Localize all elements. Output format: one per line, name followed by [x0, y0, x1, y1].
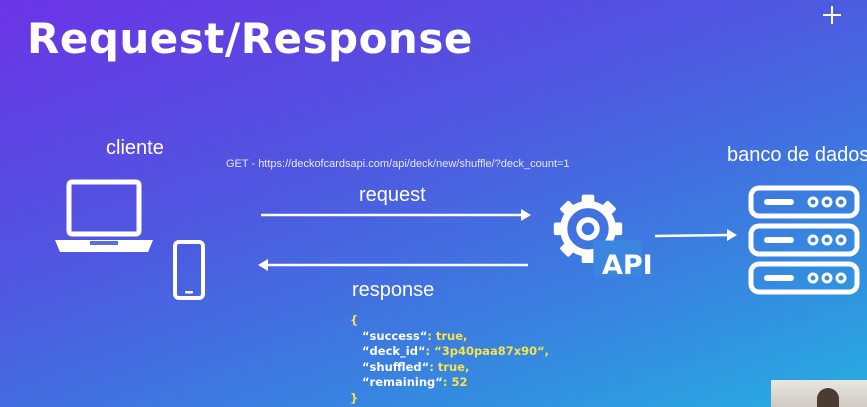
- get-request-url: GET - https://deckofcardsapi.com/api/dec…: [226, 158, 570, 170]
- json-close-brace: }: [350, 390, 359, 405]
- response-label: response: [352, 279, 435, 301]
- db-label: banco de dados: [727, 144, 867, 166]
- api-label: API: [602, 250, 653, 281]
- client-label: cliente: [106, 137, 164, 159]
- api-to-db-arrow-icon: [654, 229, 737, 241]
- json-line-remaining: “remaining“: 52: [362, 375, 468, 389]
- json-line-success: “success“: true,: [362, 328, 468, 343]
- json-open-brace: {: [350, 313, 359, 327]
- laptop-icon: [55, 179, 153, 252]
- json-line-shuffled: “shuffled“: true,: [362, 359, 470, 374]
- server-icon: [748, 185, 860, 295]
- presenter-head: [817, 388, 839, 407]
- request-arrow-icon: [261, 209, 531, 221]
- slide-title: Request/Response: [27, 14, 473, 63]
- plus-icon[interactable]: [821, 4, 843, 26]
- json-response-body: { “success“: true, “deck_id“: “3p40paa87…: [350, 313, 549, 406]
- smartphone-icon: [173, 240, 205, 300]
- response-arrow-icon: [258, 259, 528, 271]
- request-label: request: [359, 184, 426, 206]
- webcam-thumbnail: [771, 380, 867, 407]
- json-line-deck-id: “deck_id“: “3p40paa87x90“,: [362, 344, 550, 358]
